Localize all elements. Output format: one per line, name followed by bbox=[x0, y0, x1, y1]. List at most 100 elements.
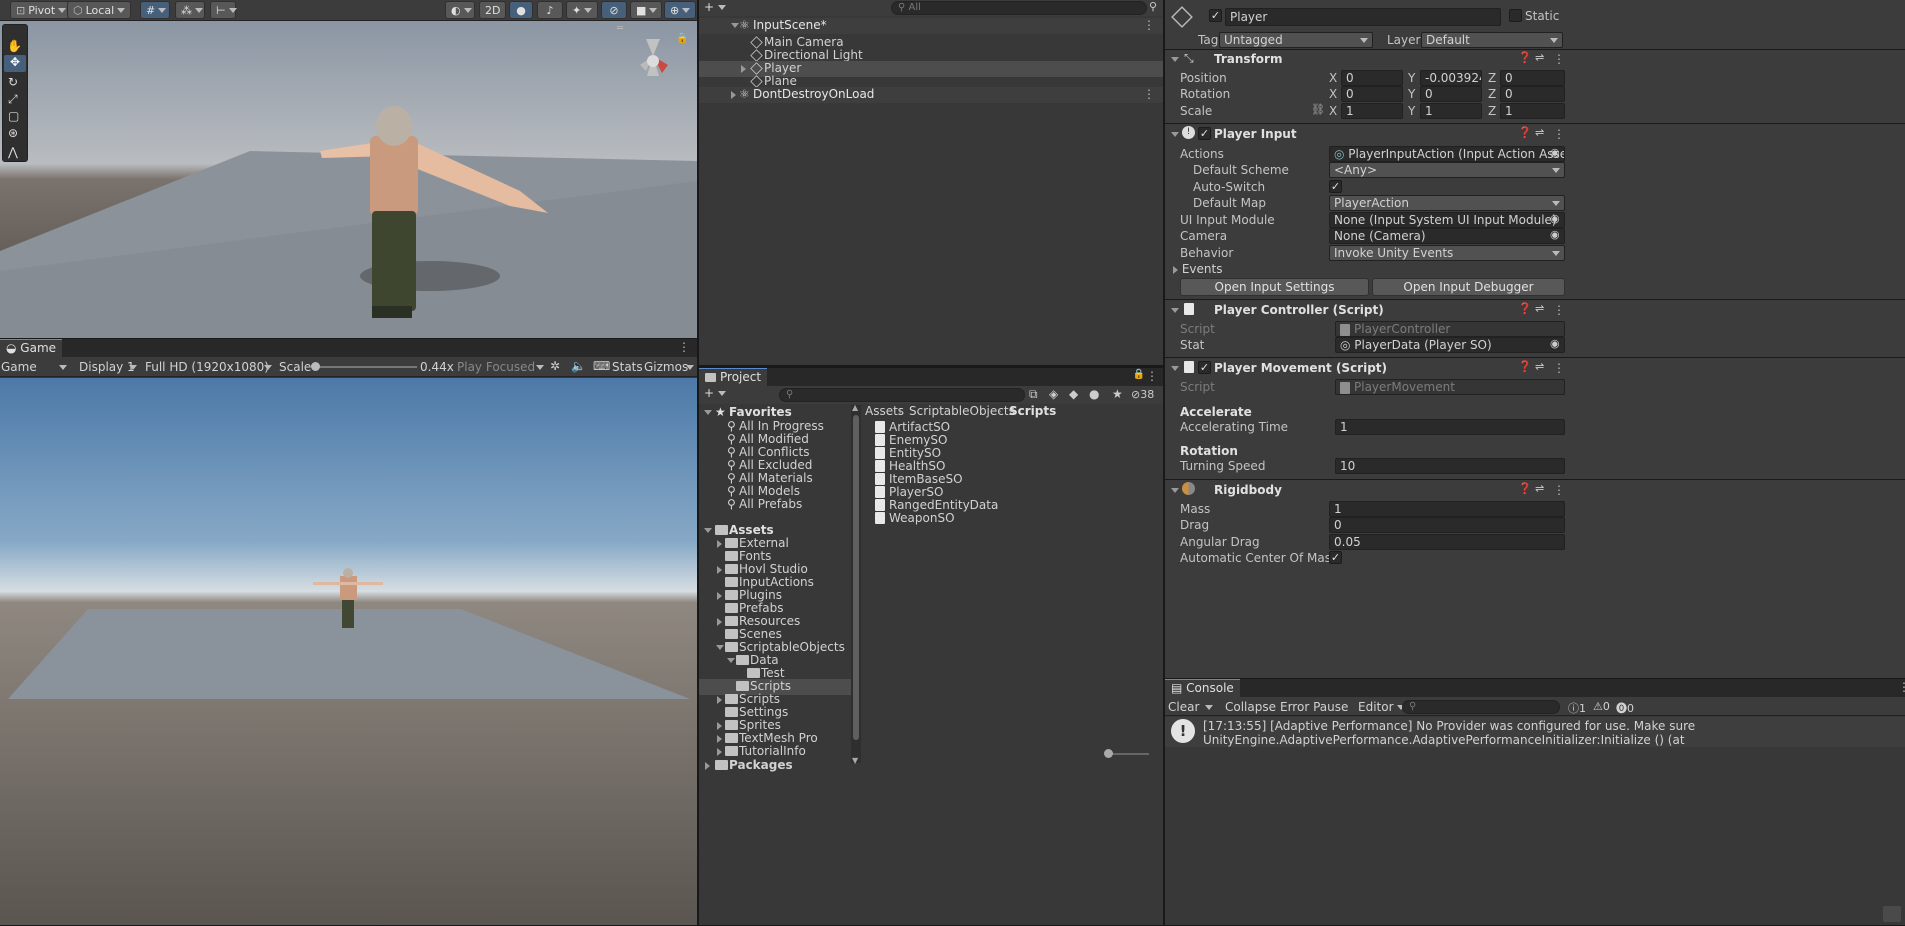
player-input-header[interactable]: ! ✓ Player Input ❓ ⇌ ⋮ bbox=[1165, 125, 1905, 144]
player-movement-enabled-checkbox[interactable]: ✓ bbox=[1198, 361, 1211, 374]
tab-project[interactable]: Project bbox=[699, 368, 768, 386]
object-picker-icon[interactable]: ◉ bbox=[1550, 337, 1560, 350]
ruler-button[interactable]: ⊢ bbox=[210, 1, 237, 19]
packages-header[interactable]: Packages bbox=[699, 758, 851, 774]
rigidbody-header[interactable]: Rigidbody ❓ ⇌ ⋮ bbox=[1165, 481, 1905, 500]
move-tool-icon[interactable]: ✥ bbox=[4, 55, 26, 72]
hierarchy-search-input[interactable]: ⚲ All bbox=[891, 1, 1147, 15]
rotation-z-input[interactable]: 0 bbox=[1500, 86, 1565, 102]
help-icon[interactable]: ❓ bbox=[1518, 482, 1532, 495]
gizmos-scene-button[interactable]: ⊕ bbox=[664, 1, 696, 19]
static-checkbox[interactable] bbox=[1509, 9, 1522, 22]
warning-filter-toggle[interactable]: ⚠0 bbox=[1593, 700, 1610, 713]
search-options-icon[interactable]: ⚲ bbox=[1149, 0, 1157, 13]
clear-button[interactable]: Clear bbox=[1168, 700, 1199, 714]
project-menu-icon[interactable]: ⋮ bbox=[1146, 369, 1158, 383]
component-menu-icon[interactable]: ⋮ bbox=[1553, 127, 1565, 141]
actions-field[interactable]: ◎ PlayerInputAction (Input Action Asset) bbox=[1329, 146, 1565, 162]
object-name-input[interactable]: Player bbox=[1225, 8, 1501, 26]
mass-input[interactable]: 1 bbox=[1329, 501, 1565, 517]
help-icon[interactable]: ❓ bbox=[1518, 126, 1532, 139]
transform-header[interactable]: ⤡ Transform ❓ ⇌ ⋮ bbox=[1165, 50, 1905, 69]
mute-audio-icon[interactable]: 🔈 bbox=[571, 359, 586, 373]
file-item[interactable]: WeaponSO bbox=[862, 511, 1163, 527]
lighting-toggle[interactable]: ● bbox=[509, 1, 533, 19]
menu-grip-icon[interactable]: ═ bbox=[616, 23, 624, 34]
info-filter-toggle[interactable]: ⓘ1 bbox=[1568, 700, 1586, 716]
scroll-down-icon[interactable]: ▼ bbox=[852, 756, 858, 765]
search-by-type-icon[interactable]: ⧉ bbox=[1029, 387, 1038, 402]
console-search-input[interactable]: ⚲ bbox=[1402, 700, 1560, 714]
star-icon[interactable]: ★ bbox=[1112, 387, 1123, 401]
rotation-y-input[interactable]: 0 bbox=[1420, 86, 1482, 102]
stats-button[interactable]: Stats bbox=[612, 360, 643, 374]
favorite-item[interactable]: ⚲ All Prefabs bbox=[699, 497, 851, 513]
icon-size-slider[interactable] bbox=[1104, 749, 1149, 758]
resize-grip-icon[interactable] bbox=[1883, 906, 1901, 922]
breadcrumb-scripts[interactable]: Scripts bbox=[1009, 404, 1056, 418]
default-scheme-dropdown[interactable]: <Any> bbox=[1329, 162, 1565, 178]
scene-row[interactable]: ⚛ InputScene* ⋮ bbox=[699, 18, 1163, 34]
help-icon[interactable]: ❓ bbox=[1518, 51, 1532, 64]
hand-tool-icon[interactable]: ✋ bbox=[7, 39, 22, 53]
label-icon[interactable]: ◆ bbox=[1069, 387, 1078, 401]
project-search-input[interactable]: ⚲ bbox=[779, 388, 1025, 402]
preset-icon[interactable]: ⇌ bbox=[1535, 126, 1544, 139]
component-menu-icon[interactable]: ⋮ bbox=[1553, 303, 1565, 317]
snap-increment-button[interactable]: ⁂ bbox=[175, 1, 205, 19]
position-x-input[interactable]: 0 bbox=[1341, 70, 1403, 86]
layer-dropdown[interactable]: Default bbox=[1421, 32, 1563, 48]
drag-input[interactable]: 0 bbox=[1329, 517, 1565, 533]
lock-icon[interactable]: 🔒 bbox=[676, 32, 688, 44]
2d-toggle[interactable]: 2D bbox=[479, 1, 507, 19]
create-asset-button[interactable]: + bbox=[704, 386, 726, 400]
gizmos-dropdown[interactable]: Gizmos bbox=[644, 360, 694, 374]
audio-toggle[interactable]: ♪ bbox=[537, 1, 563, 19]
scene-menu-icon[interactable]: ⋮ bbox=[1143, 18, 1155, 32]
tag-dropdown[interactable]: Untagged bbox=[1219, 32, 1373, 48]
error-pause-toggle[interactable]: Error Pause bbox=[1280, 700, 1348, 714]
scale-tool-icon[interactable]: ⤢ bbox=[8, 92, 18, 107]
dontdestroy-row[interactable]: ⚛ DontDestroyOnLoad ⋮ bbox=[699, 87, 1163, 103]
object-picker-icon[interactable]: ◉ bbox=[1550, 146, 1560, 159]
turning-speed-input[interactable]: 10 bbox=[1335, 458, 1565, 474]
bug-icon[interactable]: ✲ bbox=[550, 359, 560, 373]
open-input-settings-button[interactable]: Open Input Settings bbox=[1180, 278, 1369, 296]
rect-tool-icon[interactable]: ▢ bbox=[8, 109, 19, 123]
transform-tool-icon[interactable]: ⊛ bbox=[8, 126, 18, 140]
component-menu-icon[interactable]: ⋮ bbox=[1553, 52, 1565, 66]
help-icon[interactable]: ❓ bbox=[1518, 302, 1532, 315]
position-y-input[interactable]: -0.0039240 bbox=[1420, 70, 1482, 86]
preset-icon[interactable]: ⇌ bbox=[1535, 51, 1544, 64]
scale-x-input[interactable]: 1 bbox=[1341, 103, 1403, 119]
tab-console[interactable]: ▤ Console bbox=[1165, 679, 1240, 697]
player-input-enabled-checkbox[interactable]: ✓ bbox=[1198, 127, 1211, 140]
display-dropdown[interactable]: Display 1 bbox=[79, 360, 137, 374]
keyboard-icon[interactable]: ⌨ bbox=[593, 359, 610, 373]
angular-drag-input[interactable]: 0.05 bbox=[1329, 534, 1565, 550]
preset-icon[interactable]: ⇌ bbox=[1535, 360, 1544, 373]
tab-game[interactable]: ◒ Game bbox=[0, 339, 63, 357]
camera-settings-button[interactable]: ■ bbox=[630, 1, 662, 19]
pivot-dropdown[interactable]: ⊡ Pivot bbox=[10, 1, 73, 19]
preset-icon[interactable]: ⇌ bbox=[1535, 302, 1544, 315]
component-menu-icon[interactable]: ⋮ bbox=[1553, 483, 1565, 497]
grid-snap-button[interactable]: # bbox=[140, 1, 170, 19]
stat-field[interactable]: ◎ PlayerData (Player SO) bbox=[1335, 337, 1565, 353]
custom-tool-icon[interactable]: ⋀ bbox=[8, 145, 18, 159]
console-menu-icon[interactable]: ⋮ bbox=[1898, 680, 1905, 694]
local-dropdown[interactable]: ⬡ Local bbox=[67, 1, 132, 19]
rotate-tool-icon[interactable]: ↻ bbox=[8, 75, 18, 89]
play-focused-dropdown[interactable]: Play Focused bbox=[457, 360, 544, 374]
dontdestroy-menu-icon[interactable]: ⋮ bbox=[1143, 87, 1155, 101]
visibility-toggle[interactable]: ⊘ bbox=[601, 1, 627, 19]
ui-module-field[interactable]: None (Input System UI Input Module) bbox=[1329, 212, 1565, 228]
auto-com-checkbox[interactable]: ✓ bbox=[1329, 551, 1342, 564]
resolution-dropdown[interactable]: Full HD (1920x1080) bbox=[145, 360, 272, 374]
object-picker-icon[interactable]: ◉ bbox=[1550, 212, 1560, 225]
tree-scrollbar[interactable]: ▲ ▼ bbox=[851, 403, 861, 765]
scene-viewport[interactable]: ═ 🔒 bbox=[0, 21, 697, 338]
accelerating-time-input[interactable]: 1 bbox=[1335, 419, 1565, 435]
rotation-x-input[interactable]: 0 bbox=[1341, 86, 1403, 102]
scroll-up-icon[interactable]: ▲ bbox=[852, 403, 858, 412]
